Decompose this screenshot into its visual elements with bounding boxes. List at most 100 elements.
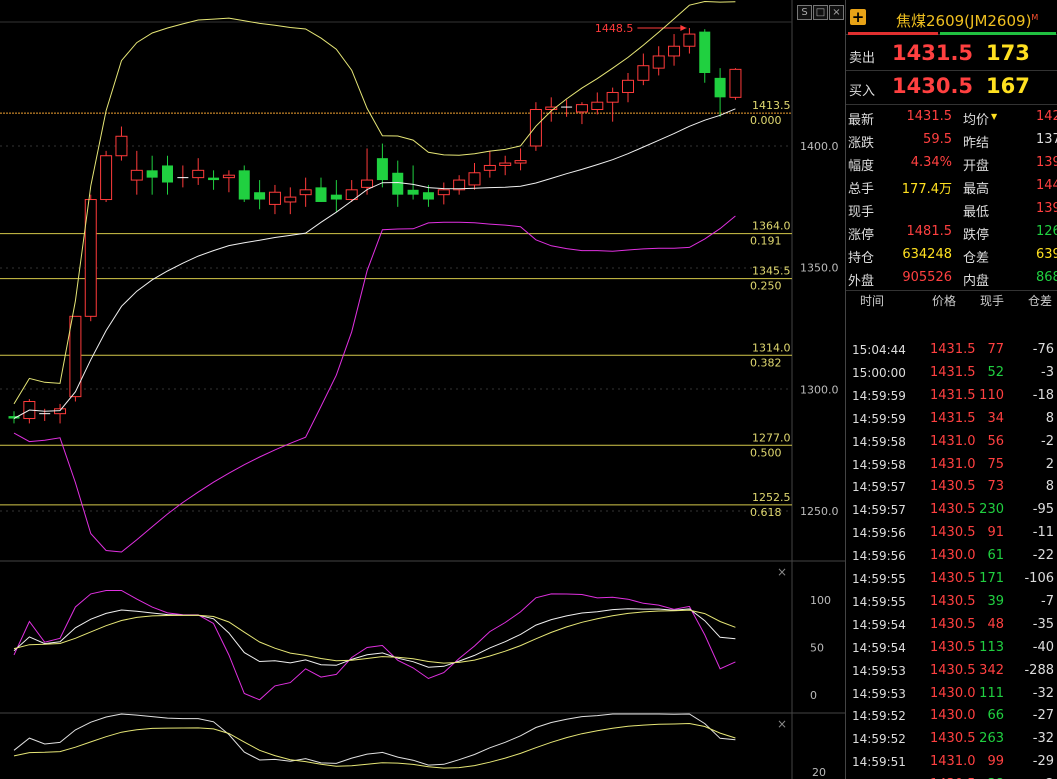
tick-time: 14:59:59 [852,411,906,426]
tick-price: 1430.0 [930,685,976,701]
tick-oi-change: -40 [1032,639,1054,655]
candle [130,150,143,195]
candle-body-up [100,155,113,201]
kdj-axis-label: 0 [810,689,817,702]
col-volume: 现手 [980,294,1005,308]
tick-row: 14:59:58 1431.0 56 -2 [846,431,1057,454]
fib-level-price: 1413.5 [752,99,791,112]
tick-volume: 342 [979,662,1004,678]
tick-volume: 99 [987,754,1004,770]
candle-body-up [192,169,205,179]
ask-row: 卖出 1431.5 173 [846,38,1057,70]
tick-row: 14:59:54 1430.5 113 -40 [846,637,1057,660]
lower-white-line [13,713,736,766]
instrument-title: 焦煤2609(JM2609)M [896,12,1039,30]
stat-value: 177.4万 [901,182,952,197]
main-contract-mark: M [1031,13,1039,22]
stat-label: 最新 [848,113,875,128]
close-panel-icon[interactable]: × [777,717,787,731]
tick-row: 14:59:53 1430.0 111 -32 [846,683,1057,706]
stat-value: 8684 [1036,270,1057,285]
candle-body-up [575,104,588,113]
candle [54,403,67,424]
ask-price: 1431.5 [892,41,974,65]
stat-value: 142 [1036,109,1057,124]
stat-value: 139 [1036,155,1057,170]
tick-table-header: 时间 价格 现手 仓差 [846,291,1057,313]
candle-body-up [130,169,143,181]
lower-axis-label: 20 [812,766,826,779]
tick-oi-change: -18 [1032,387,1054,403]
stat-label: 跌停 [963,228,990,243]
candle-body-up [115,135,128,157]
tick-volume: 73 [987,479,1004,495]
tick-time: 14:59:52 [852,709,906,724]
candle [453,175,466,195]
tick-volume: 230 [979,502,1004,518]
candle-body-up [729,68,742,98]
candle [192,158,205,185]
candle-body-down [315,187,327,202]
tick-oi-change: -106 [1024,571,1054,586]
tick-price: 1430.5 [930,502,976,518]
candle [69,315,82,402]
restore-button[interactable]: □ [813,5,828,20]
tick-time: 14:59:57 [852,503,906,518]
candle-body-up [468,172,481,186]
candle [714,68,726,117]
tick-oi-change: -95 [1032,502,1054,518]
tick-oi-change: -27 [1032,708,1054,724]
boll-lower-line [13,215,736,553]
candle [652,46,665,76]
sort-down-icon[interactable]: ▼ [991,112,997,121]
s-button[interactable]: S [797,5,812,20]
price-axis-label: 1350.0 [800,262,839,275]
fib-level-ratio: 0.618 [750,506,782,519]
candle [100,150,113,202]
tick-oi-change: -2 [1041,433,1054,449]
candle-body-down [238,170,250,200]
ask-volume: 173 [986,41,1030,65]
candle-body-up [437,189,450,196]
tick-row: 14:59:53 1430.5 342 -288 [846,660,1057,683]
add-icon[interactable]: + [850,9,866,25]
close-button[interactable]: × [829,5,844,20]
tick-volume: 263 [979,731,1004,747]
tick-volume: 77 [987,342,1004,357]
candle [162,155,173,195]
high-marker-label: 1448.5 [595,22,634,35]
tick-price: 1431.5 [930,342,976,357]
tick-volume: 48 [987,616,1004,632]
tick-row: 14:59:51 1431.0 99 -29 [846,751,1057,774]
tick-price: 1430.5 [930,479,976,495]
fib-level-price: 1345.5 [752,265,791,278]
kline-chart-canvas[interactable]: 1400.0 1350.0 1300.0 1250.0 1413.5 0.000 1364.… [0,0,845,779]
tick-price: 1430.5 [930,662,976,678]
tick-row: 14:59:56 1430.5 91 -11 [846,522,1057,545]
bid-price: 1430.5 [892,74,974,98]
tick-time: 14:59:58 [852,457,906,472]
tick-time: 15:00:00 [852,365,906,380]
tick-volume: 52 [987,364,1004,380]
candle [315,177,327,202]
stat-value: 1431.5 [906,109,953,124]
tick-volume: 56 [987,433,1004,449]
kdj-k-line [13,608,736,668]
stat-value: 126 [1036,224,1057,239]
candle-body-up [514,160,527,164]
tick-time: 14:59:54 [852,617,906,632]
tick-price: 1430.5 [930,731,976,747]
kline-chart-area[interactable]: 1400.0 1350.0 1300.0 1250.0 1413.5 0.000 1364.… [0,0,845,779]
tick-oi-change: -22 [1032,548,1054,564]
candle-body-up [622,79,634,93]
tick-row: 14:59:55 1430.5 171 -106 [846,568,1057,591]
tick-price: 1431.5 [930,387,976,403]
tick-row: 15:00:00 1431.5 52 -3 [846,362,1057,385]
stat-row: 最新 1431.5 均价▼ 142 [846,105,1057,128]
stat-label: 仓差 [963,251,990,266]
tick-volume: 171 [979,571,1004,586]
close-panel-icon[interactable]: × [777,565,787,579]
candle-body-down [254,192,266,200]
candle-body-down [407,189,419,195]
candle [699,29,711,83]
